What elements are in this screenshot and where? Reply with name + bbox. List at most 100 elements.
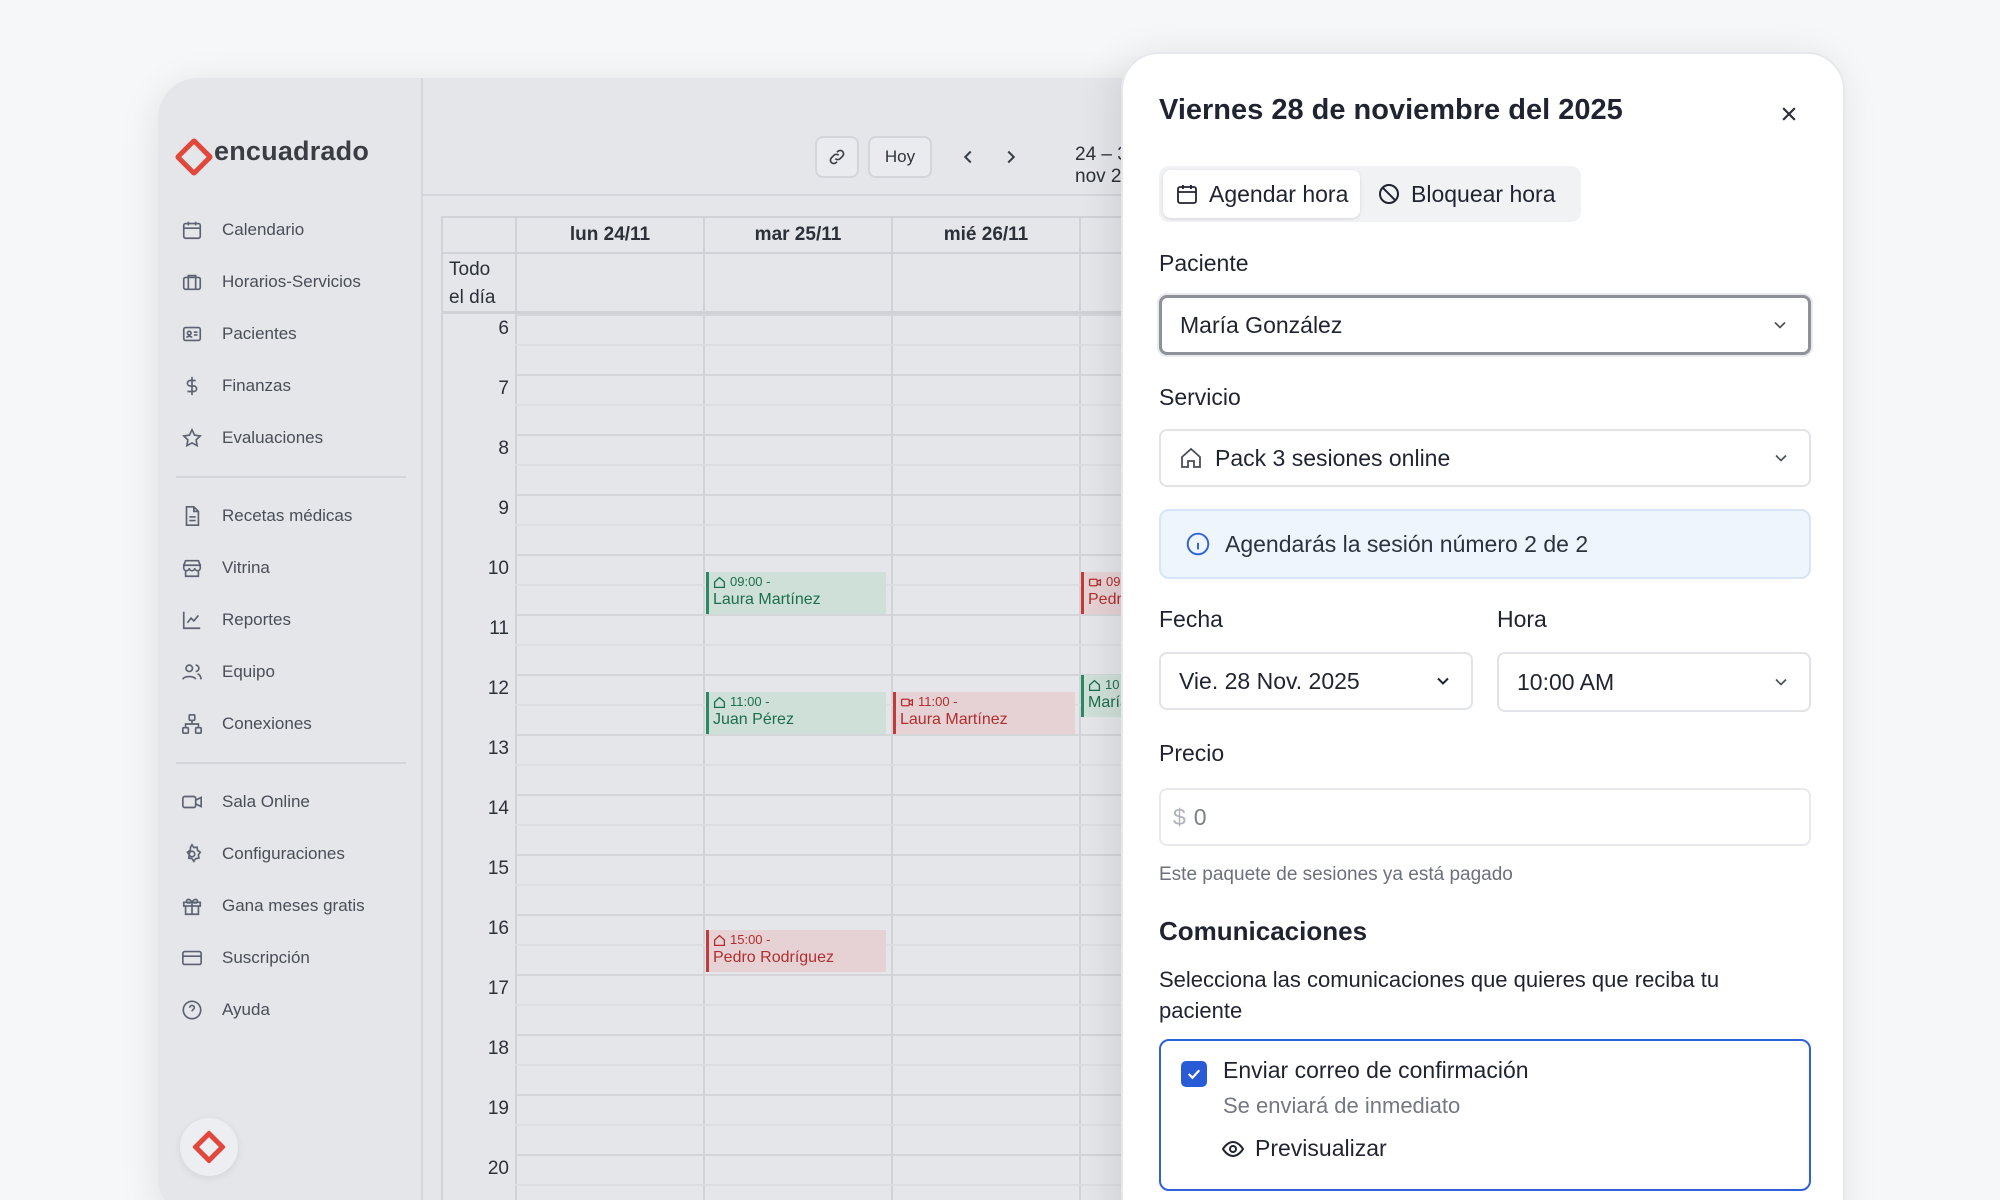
hour-label: 8 bbox=[498, 438, 509, 459]
chevron-right-icon[interactable] bbox=[1000, 146, 1022, 168]
hour-label: 14 bbox=[487, 798, 509, 819]
all-day-row[interactable] bbox=[443, 252, 1158, 314]
hour-line bbox=[515, 974, 1158, 976]
week-calendar-grid: lun 24/11 mar 25/11 mié 26/11 Todo el dí… bbox=[441, 216, 1158, 1200]
sidebar-item-reportes[interactable]: Reportes bbox=[176, 594, 406, 646]
half-hour-line bbox=[515, 824, 1158, 826]
link-icon bbox=[827, 147, 847, 167]
dollar-icon bbox=[180, 374, 204, 398]
grid-line bbox=[515, 218, 517, 1200]
price-input[interactable]: $ 0 bbox=[1159, 788, 1811, 846]
sidebar-item-equipo[interactable]: Equipo bbox=[176, 646, 406, 698]
sidebar-item-horarios[interactable]: Horarios-Servicios bbox=[176, 256, 406, 308]
eye-icon bbox=[1221, 1137, 1245, 1161]
calendar-event[interactable]: 15:00 - Pedro Rodríguez bbox=[706, 930, 886, 972]
hour-line bbox=[515, 434, 1158, 436]
hour-label: 7 bbox=[498, 378, 509, 399]
sidebar-item-calendario[interactable]: Calendario bbox=[176, 204, 406, 256]
communications-description: Selecciona las comunicaciones que quiere… bbox=[1159, 967, 1720, 1023]
sidebar-item-suscripcion[interactable]: Suscripción bbox=[176, 932, 406, 984]
brand-diamond-icon bbox=[176, 139, 202, 165]
hour-label: 13 bbox=[487, 738, 509, 759]
hour-line bbox=[515, 734, 1158, 736]
half-hour-line bbox=[515, 1124, 1158, 1126]
sidebar-item-recetas[interactable]: Recetas médicas bbox=[176, 490, 406, 542]
half-hour-line bbox=[515, 644, 1158, 646]
communications-title: Comunicaciones bbox=[1159, 916, 1368, 946]
column-header-mie[interactable]: mié 26/11 bbox=[893, 218, 1079, 252]
tab-agendar-hora[interactable]: Agendar hora bbox=[1163, 170, 1361, 218]
hour-label: 19 bbox=[487, 1098, 509, 1119]
hour-label: 18 bbox=[487, 1038, 509, 1059]
half-hour-line bbox=[515, 1184, 1158, 1186]
chart-line-icon bbox=[180, 608, 204, 632]
calendar-icon bbox=[1175, 182, 1199, 206]
sidebar-item-finanzas[interactable]: Finanzas bbox=[176, 360, 406, 412]
hour-label: 10 bbox=[487, 558, 509, 579]
time-select[interactable]: 10:00 AM bbox=[1497, 652, 1811, 712]
hour-line bbox=[515, 614, 1158, 616]
sidebar-item-sala-online[interactable]: Sala Online bbox=[176, 776, 406, 828]
check-icon bbox=[1185, 1065, 1203, 1083]
sidebar: encuadrado Calendario Horarios-Servicios… bbox=[158, 78, 423, 1200]
service-select[interactable]: Pack 3 sesiones online bbox=[1159, 429, 1811, 487]
sidebar-item-ayuda[interactable]: Ayuda bbox=[176, 984, 406, 1036]
tab-bloquear-hora[interactable]: Bloquear hora bbox=[1365, 170, 1568, 218]
patient-select[interactable]: María González bbox=[1159, 295, 1811, 355]
panel-title: Viernes 28 de noviembre del 2025 bbox=[1159, 94, 1623, 126]
sidebar-item-gana-meses[interactable]: Gana meses gratis bbox=[176, 880, 406, 932]
sidebar-item-vitrina[interactable]: Vitrina bbox=[176, 542, 406, 594]
brand-logo[interactable]: encuadrado bbox=[176, 136, 369, 167]
calendar-toolbar: Hoy 24 – 30 nov 2025 bbox=[423, 78, 1158, 196]
briefcase-icon bbox=[180, 270, 204, 294]
hour-line bbox=[515, 914, 1158, 916]
calendar-icon bbox=[180, 218, 204, 242]
all-day-label: Todo el día bbox=[449, 259, 496, 308]
confirmation-email-subtitle: Se enviará de inmediato bbox=[1223, 1093, 1461, 1118]
today-button[interactable]: Hoy bbox=[868, 136, 932, 178]
chevron-left-icon[interactable] bbox=[957, 146, 979, 168]
service-label: Servicio bbox=[1159, 384, 1241, 410]
half-hour-line bbox=[515, 1004, 1158, 1006]
credit-card-icon bbox=[180, 946, 204, 970]
column-header-mar[interactable]: mar 25/11 bbox=[705, 218, 891, 252]
date-select[interactable]: Vie. 28 Nov. 2025 bbox=[1159, 652, 1473, 710]
info-icon bbox=[1185, 531, 1211, 557]
hour-label: 9 bbox=[498, 498, 509, 519]
video-icon bbox=[900, 696, 914, 709]
half-hour-line bbox=[515, 1064, 1158, 1066]
close-button[interactable] bbox=[1773, 98, 1805, 130]
confirmation-email-checkbox[interactable] bbox=[1181, 1061, 1207, 1087]
sidebar-item-evaluaciones[interactable]: Evaluaciones bbox=[176, 412, 406, 464]
hour-line bbox=[515, 854, 1158, 856]
half-hour-line bbox=[515, 344, 1158, 346]
sidebar-item-pacientes[interactable]: Pacientes bbox=[176, 308, 406, 360]
half-hour-line bbox=[515, 884, 1158, 886]
new-appointment-panel: Viernes 28 de noviembre del 2025 Agendar… bbox=[1121, 52, 1845, 1200]
calendar-event[interactable]: 11:00 - Juan Pérez bbox=[706, 692, 886, 734]
confirmation-email-option[interactable]: Enviar correo de confirmación Se enviará… bbox=[1159, 1039, 1811, 1191]
hour-line bbox=[515, 1154, 1158, 1156]
calendar-event[interactable]: 09:00 - Laura Martínez bbox=[706, 572, 886, 614]
calendar-event[interactable]: 11:00 - Laura Martínez bbox=[893, 692, 1075, 734]
half-hour-line bbox=[515, 404, 1158, 406]
close-icon bbox=[1779, 104, 1799, 124]
column-header-lun[interactable]: lun 24/11 bbox=[517, 218, 703, 252]
hour-line bbox=[515, 314, 1158, 316]
home-icon bbox=[713, 696, 726, 709]
copy-link-button[interactable] bbox=[815, 136, 859, 178]
hour-line bbox=[515, 494, 1158, 496]
home-icon bbox=[713, 934, 726, 947]
hour-label: 6 bbox=[498, 318, 509, 339]
hour-label: 15 bbox=[487, 858, 509, 879]
sidebar-divider bbox=[176, 476, 406, 478]
time-label: Hora bbox=[1497, 606, 1547, 632]
block-icon bbox=[1377, 182, 1401, 206]
sidebar-item-configuraciones[interactable]: Configuraciones bbox=[176, 828, 406, 880]
hour-label: 12 bbox=[487, 678, 509, 699]
video-icon bbox=[1088, 576, 1102, 589]
encuadrado-fab-button[interactable] bbox=[180, 1118, 238, 1176]
sidebar-item-conexiones[interactable]: Conexiones bbox=[176, 698, 406, 750]
gift-icon bbox=[180, 894, 204, 918]
preview-button[interactable]: Previsualizar bbox=[1221, 1135, 1387, 1162]
